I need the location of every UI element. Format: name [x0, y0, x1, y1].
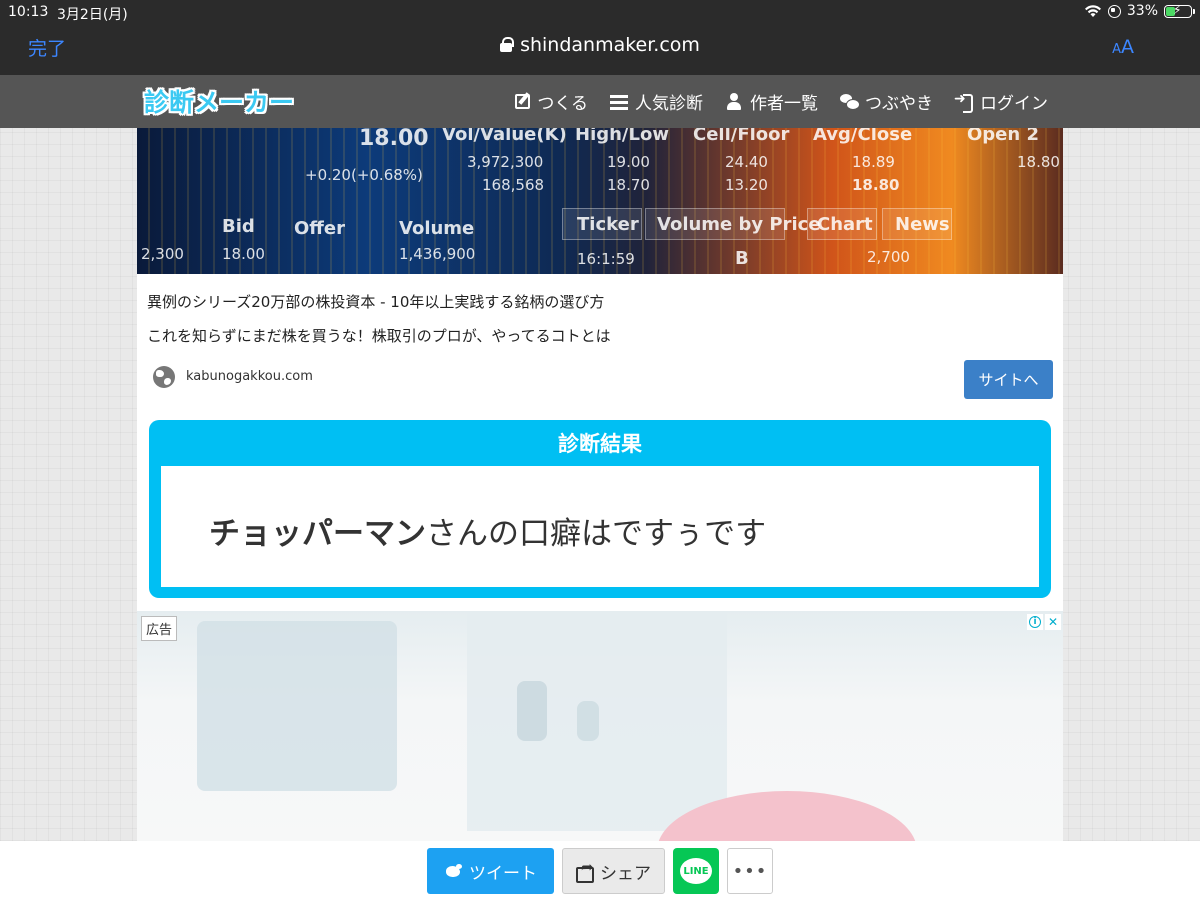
ad-title[interactable]: 異例のシリーズ20万部の株投資本 - 10年以上実践する銘柄の選び方 — [147, 291, 604, 312]
orientation-lock-icon — [1107, 4, 1121, 18]
ad-domain: kabunogakkou.com — [186, 369, 313, 384]
banner-text: 18.89 — [852, 153, 895, 171]
ad-choices: i ✕ — [1027, 614, 1061, 630]
status-time: 10:13 — [8, 4, 49, 20]
twitter-bird-icon — [444, 863, 463, 879]
banner-text: 18.00 — [359, 128, 429, 151]
banner-text: 18.80 — [1017, 153, 1060, 171]
nav-label: つくる — [537, 94, 588, 114]
main-content: 18.00 Vol/Value(K) High/Low Cell/Floor A… — [137, 128, 1063, 841]
nav-label: 作者一覧 — [750, 94, 818, 114]
nav-item-authors[interactable]: 作者一覧 — [725, 89, 818, 114]
ad-image-blur — [577, 701, 599, 741]
site-logo[interactable]: 診断メーカー — [144, 83, 294, 119]
banner-text: 168,568 — [482, 176, 545, 194]
more-button[interactable]: ••• — [727, 848, 773, 894]
visit-site-button[interactable]: サイトへ — [964, 360, 1053, 399]
site-navbar: 診断メーカー つくる 人気診断 作者一覧 つぶやき ログイン — [0, 75, 1200, 128]
result-box: 診断結果 チョッパーマンさんの口癖はですぅです — [149, 420, 1051, 598]
banner-text: Volume by Price — [657, 214, 821, 235]
nav-item-login[interactable]: ログイン — [954, 89, 1048, 115]
chat-icon — [840, 93, 860, 111]
banner-text: Chart — [817, 214, 873, 235]
banner-text: 1,436,900 — [399, 245, 476, 263]
nav-label: つぶやき — [865, 94, 933, 114]
globe-icon — [153, 366, 175, 388]
battery-percent: 33% — [1126, 3, 1158, 19]
result-name: チョッパーマン — [209, 516, 426, 552]
ad-description: これを知らずにまだ株を買うな！株取引のプロが、やってるコトとは — [147, 327, 611, 345]
banner-text: Offer — [294, 218, 345, 239]
share-button[interactable]: シェア — [562, 848, 665, 894]
banner-text: 19.00 — [607, 153, 650, 171]
battery-icon: ⚡ — [1164, 2, 1195, 18]
status-date: 3月2日(月) — [57, 7, 128, 23]
banner-text: 18.80 — [852, 176, 900, 194]
result-body: チョッパーマンさんの口癖はですぅです — [161, 466, 1039, 587]
aa-big: A — [1121, 36, 1134, 58]
info-glyph: i — [1029, 616, 1041, 628]
result-header: 診断結果 — [558, 432, 642, 456]
tweet-label: ツイート — [469, 863, 537, 884]
user-icon — [725, 92, 743, 111]
share-label: シェア — [600, 863, 651, 884]
nav-menu: つくる 人気診断 作者一覧 つぶやき ログイン — [515, 89, 1048, 114]
address-bar[interactable]: shindanmaker.com — [0, 34, 1200, 56]
line-button[interactable]: LINE — [673, 848, 719, 894]
banner-text: +0.20(+0.68%) — [305, 166, 423, 184]
banner-text: 18.70 — [607, 176, 650, 194]
status-bar: 10:13 3月2日(月) 33% ⚡ — [0, 0, 1200, 24]
banner-text: Vol/Value(K) — [442, 128, 567, 145]
nav-item-tweets[interactable]: つぶやき — [840, 89, 933, 114]
text-size-button[interactable]: AA — [1112, 36, 1134, 58]
status-indicators: 33% ⚡ — [1084, 2, 1195, 19]
browser-chrome: 10:13 3月2日(月) 33% ⚡ 完了 shindanmaker.com … — [0, 0, 1200, 75]
share-bar: ツイート シェア LINE ••• — [0, 841, 1200, 900]
banner-text: B — [735, 248, 749, 269]
ad-image-blur — [197, 621, 397, 791]
charging-bolt-icon: ⚡ — [1173, 2, 1182, 17]
nav-label: 人気診断 — [635, 94, 703, 114]
nav-item-create[interactable]: つくる — [515, 89, 588, 114]
banner-text: High/Low — [575, 128, 669, 145]
line-icon: LINE — [680, 858, 712, 884]
bottom-ad[interactable]: 広告 i ✕ — [137, 611, 1063, 841]
edit-icon — [515, 94, 531, 109]
banner-text: 2,300 — [141, 245, 184, 263]
nav-label: ログイン — [980, 94, 1048, 114]
wifi-icon — [1084, 5, 1101, 17]
ad-banner-image[interactable]: 18.00 Vol/Value(K) High/Low Cell/Floor A… — [137, 128, 1063, 274]
lock-icon — [500, 37, 515, 52]
ad-label: 広告 — [141, 616, 178, 641]
url-text: shindanmaker.com — [520, 34, 700, 56]
list-icon — [610, 93, 628, 111]
banner-text: News — [895, 214, 950, 235]
close-icon[interactable]: ✕ — [1045, 614, 1061, 630]
nav-item-popular[interactable]: 人気診断 — [610, 89, 703, 114]
banner-text: 3,972,300 — [467, 153, 544, 171]
banner-text: Open 2 — [967, 128, 1039, 145]
banner-text: Cell/Floor — [693, 128, 790, 145]
banner-text: 18.00 — [222, 245, 265, 263]
share-icon — [576, 858, 594, 883]
banner-text: Bid — [222, 216, 255, 237]
banner-text: 16:1:59 — [577, 250, 635, 268]
banner-text: Avg/Close — [813, 128, 913, 145]
banner-text: 24.40 — [725, 153, 768, 171]
aa-small: A — [1112, 42, 1121, 57]
banner-text: Ticker — [577, 214, 639, 235]
ad-image-blur — [517, 681, 547, 741]
banner-text: Volume — [399, 218, 475, 239]
result-text: チョッパーマンさんの口癖はですぅです — [209, 508, 766, 553]
banner-text: 13.20 — [725, 176, 768, 194]
banner-text: 2,700 — [867, 248, 910, 266]
result-message: さんの口癖はですぅです — [426, 516, 767, 552]
login-icon — [954, 91, 973, 113]
tweet-button[interactable]: ツイート — [427, 848, 554, 894]
info-icon[interactable]: i — [1027, 614, 1043, 630]
